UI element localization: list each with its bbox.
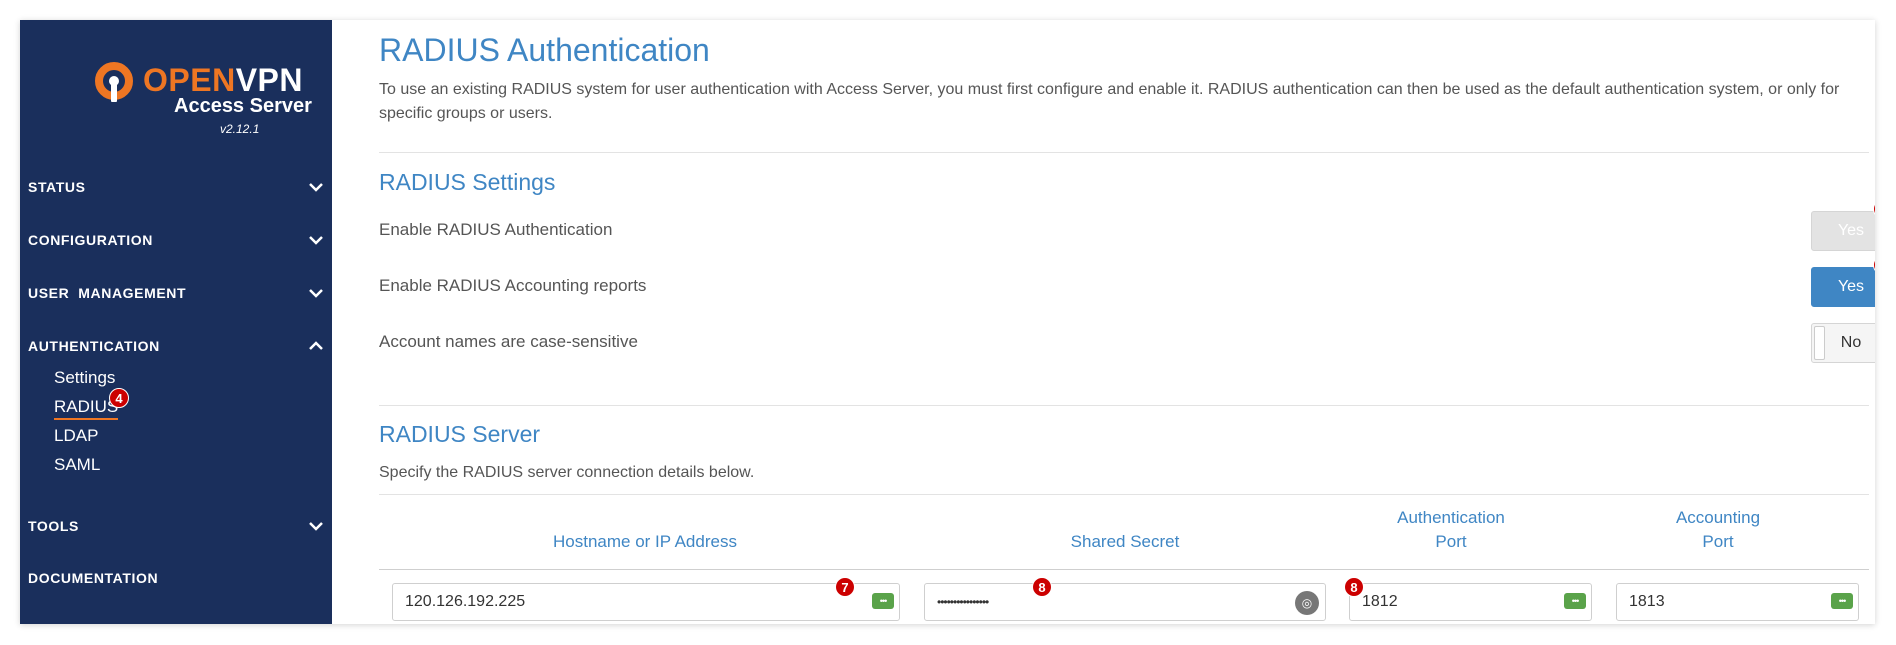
- toggle-label: Yes: [1837, 222, 1865, 239]
- acct-port-input[interactable]: 1813 •••: [1616, 583, 1859, 621]
- logo-vpn-text: VPN: [235, 62, 303, 98]
- toggle-case-sensitive[interactable]: No: [1811, 323, 1875, 363]
- divider: [379, 152, 1869, 153]
- section-title-settings: RADIUS Settings: [379, 169, 556, 195]
- page-description: To use an existing RADIUS system for use…: [379, 81, 1840, 122]
- subnav-ldap[interactable]: LDAP: [54, 426, 98, 446]
- password-manager-icon[interactable]: •••: [1564, 593, 1586, 609]
- column-header-auth-port: Authentication Port: [1397, 508, 1505, 551]
- auth-port-input[interactable]: 1812 •••: [1349, 583, 1592, 621]
- acct-port-value: 1813: [1629, 593, 1665, 610]
- main-content: RADIUS Authentication To use an existing…: [332, 20, 1875, 624]
- version-label: v2.12.1: [220, 122, 260, 136]
- column-header-shared-secret: Shared Secret: [1070, 532, 1180, 551]
- toggle-enable-radius-accounting[interactable]: Yes: [1811, 267, 1875, 307]
- sidebar-item-label: STATUS: [28, 179, 86, 195]
- page-title: RADIUS Authentication: [379, 32, 710, 68]
- label-enable-radius-accounting: Enable RADIUS Accounting reports: [379, 276, 647, 295]
- openvpn-logo[interactable]: OPENVPN Access Server v2.12.1: [75, 42, 312, 142]
- label-case-sensitive: Account names are case-sensitive: [379, 332, 638, 351]
- hostname-input[interactable]: 120.126.192.225 •••: [392, 583, 900, 621]
- chevron-down-icon: [308, 235, 324, 245]
- annotation-badge: 4: [109, 388, 129, 408]
- server-description: Specify the RADIUS server connection det…: [379, 464, 755, 481]
- chevron-up-icon: [308, 341, 324, 351]
- sidebar-item-status[interactable]: STATUS: [28, 175, 324, 199]
- sidebar-item-configuration[interactable]: CONFIGURATION: [28, 228, 324, 252]
- reveal-secret-icon[interactable]: ◎: [1295, 591, 1319, 615]
- password-manager-icon[interactable]: •••: [872, 593, 894, 609]
- divider: [379, 405, 1869, 406]
- column-header-acct-port: Accounting Port: [1675, 508, 1761, 551]
- sidebar-item-label: TOOLS: [28, 518, 79, 534]
- sidebar-item-label: CONFIGURATION: [28, 232, 153, 248]
- annotation-badge: 8: [1344, 577, 1364, 597]
- sidebar-item-label: DOCUMENTATION: [28, 570, 159, 586]
- subnav-saml[interactable]: SAML: [54, 455, 100, 475]
- chevron-down-icon: [308, 521, 324, 531]
- divider: [379, 569, 1869, 570]
- annotation-badge: 7: [835, 577, 855, 597]
- app-window: OPENVPN Access Server v2.12.1 STATUS CON…: [20, 20, 1875, 624]
- sidebar-item-authentication[interactable]: AUTHENTICATION: [28, 334, 324, 358]
- sidebar-item-label: AUTHENTICATION: [28, 338, 160, 354]
- toggle-label: No: [1840, 334, 1862, 351]
- label-enable-radius-auth: Enable RADIUS Authentication: [379, 220, 613, 239]
- chevron-down-icon: [308, 182, 324, 192]
- hostname-value: 120.126.192.225: [405, 593, 526, 610]
- logo-open-text: OPEN: [143, 62, 236, 98]
- password-manager-icon[interactable]: •••: [1831, 593, 1853, 609]
- toggle-enable-radius-auth[interactable]: Yes: [1811, 211, 1875, 251]
- sidebar-item-tools[interactable]: TOOLS: [28, 514, 324, 538]
- divider: [379, 494, 1869, 495]
- column-header-hostname: Hostname or IP Address: [553, 532, 737, 551]
- annotation-badge-secret: 8: [1032, 577, 1052, 597]
- auth-port-value: 1812: [1362, 593, 1398, 610]
- sidebar: OPENVPN Access Server v2.12.1 STATUS CON…: [20, 20, 332, 624]
- shared-secret-input[interactable]: •••••••••••••••• ◎: [924, 583, 1326, 621]
- subnav-settings[interactable]: Settings: [54, 368, 115, 388]
- sidebar-item-label: USER MANAGEMENT: [28, 285, 187, 301]
- toggle-label: Yes: [1837, 278, 1865, 295]
- sidebar-item-documentation[interactable]: DOCUMENTATION: [28, 566, 324, 590]
- chevron-down-icon: [308, 288, 324, 298]
- product-name: Access Server: [174, 95, 312, 117]
- sidebar-item-user-management[interactable]: USER MANAGEMENT: [28, 281, 324, 305]
- shared-secret-value: ••••••••••••••••: [937, 595, 989, 609]
- section-title-server: RADIUS Server: [379, 421, 541, 447]
